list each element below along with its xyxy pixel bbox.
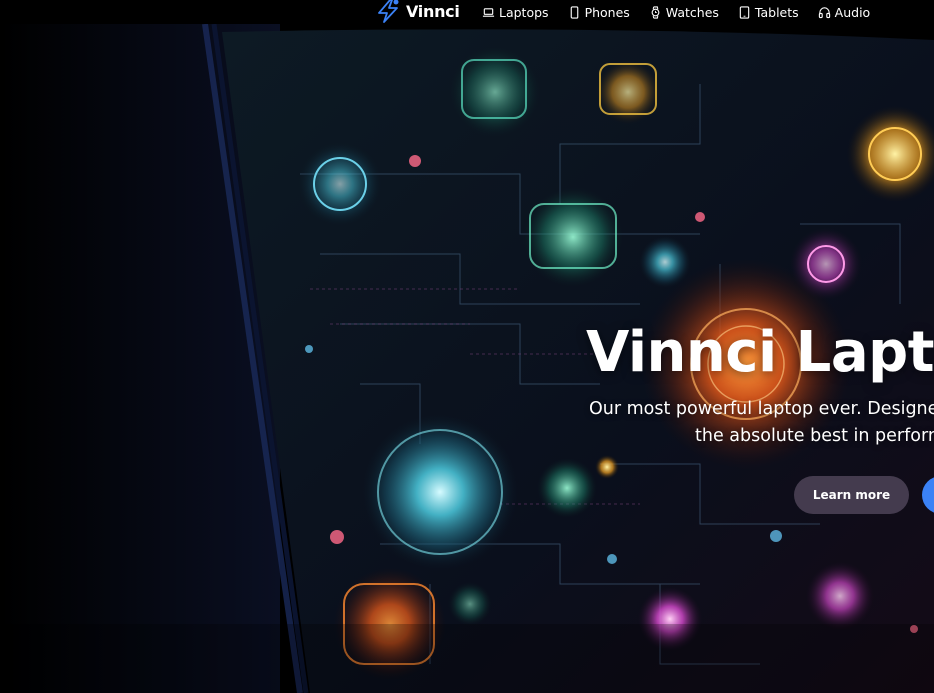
headphones-icon [818,6,830,18]
nav-item-audio[interactable]: Audio [818,4,871,20]
hero-section: Vinnci Lapto Our most powerful laptop ev… [0,24,934,693]
hero-subtitle-line-2: the absolute best in perforr [695,426,934,446]
hero-subtitle-line-1: Our most powerful laptop ever. Designe [589,399,934,419]
nav-item-label: Watches [665,4,719,20]
tablet-icon [739,5,750,19]
top-nav: Vinnci Laptops Phones Watches Tablets Au… [0,0,934,24]
nav-item-tablets[interactable]: Tablets [738,5,799,20]
lightning-bolt-icon [378,0,399,23]
nav-links: Laptops Phones Watches Tablets Audio [482,0,889,24]
laptop-icon [482,7,495,17]
learn-more-button[interactable]: Learn more [794,476,909,514]
hero-title: Vinnci Lapto [586,320,934,385]
brand-link[interactable]: Vinnci [375,0,460,23]
page: Vinnci Laptops Phones Watches Tablets Au… [0,0,934,693]
nav-item-watches[interactable]: Watches [649,5,719,20]
nav-item-label: Laptops [499,4,549,20]
watch-icon [651,5,660,19]
phone-icon [570,5,578,19]
nav-item-laptops[interactable]: Laptops [482,5,549,20]
nav-item-phones[interactable]: Phones [568,5,630,20]
nav-item-label: Audio [834,4,871,20]
nav-item-label: Tablets [754,4,799,20]
nav-item-label: Phones [584,4,630,20]
brand-name: Vinnci [406,1,460,21]
hero-subtitle: Our most powerful laptop ever. Designe t… [589,396,934,450]
